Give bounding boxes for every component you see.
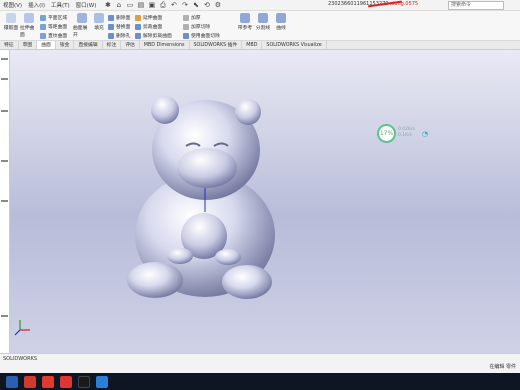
tree-item[interactable] [1,58,8,60]
fill-surface-icon [94,13,104,23]
app-yd-icon[interactable] [42,375,54,388]
bear-left-foot [127,262,183,298]
thicken-icon [183,14,189,21]
extrude-surface-icon [24,13,34,23]
rebuild-icon[interactable]: ⟲ [202,1,211,9]
menu-view[interactable]: 视图(V) [0,1,25,9]
offset-surface-button[interactable]: 等距曲面 [40,23,67,30]
home-icon[interactable]: ⌂ [114,1,123,9]
menu-window[interactable]: 窗口(W) [73,1,100,9]
thicken-button[interactable]: 加厚 [183,14,201,21]
bear-model[interactable] [0,50,520,353]
quick-access-toolbar: ✱ ⌂ ▭ ▤ ▣ ⎙ ↶ ↷ ⬉ ⟲ ⚙ [103,1,222,9]
tab-mbd[interactable]: MBD [242,41,263,49]
surface-flatten-icon [77,13,87,23]
knit-surface-icon [6,13,16,23]
tab-evaluate[interactable]: 评估 [121,41,140,49]
tree-item[interactable] [1,160,8,162]
camera-icon[interactable] [78,375,90,388]
delete-face-icon [108,14,114,21]
planar-surface-icon [40,14,46,21]
options-gear-icon[interactable]: ⚙ [213,1,222,9]
surface-flatten-button[interactable]: 曲面展开 [73,13,91,38]
search-commands-input[interactable]: 搜索命令 [448,1,504,10]
app-red-icon[interactable] [24,375,36,388]
save-icon[interactable]: ▣ [147,1,156,9]
tab-addins[interactable]: SOLIDWORKS 插件 [190,41,243,49]
delete-hole-icon [108,32,114,39]
cut-with-surface-icon [183,32,189,39]
ruled-surface-icon [40,32,46,39]
tab-direct-edit[interactable]: 直接编辑 [74,41,103,49]
ruled-surface-button[interactable]: 直纹曲面 [40,32,67,39]
app-ps-icon[interactable] [60,375,72,388]
split-line-icon [258,13,268,23]
trim-surface-button[interactable]: 剪裁曲面 [135,23,162,30]
tree-item[interactable] [1,110,8,112]
knit-surface-button[interactable]: 镶嵌面 [2,13,20,31]
reference-geometry-button[interactable]: 带参考 [236,13,254,31]
select-arrow-icon[interactable]: ⬉ [191,1,200,9]
untrim-surface-icon [135,32,141,39]
command-tabs: 特征 草图 曲面 钣金 直接编辑 标注 评估 MBD Dimensions SO… [0,41,520,50]
delete-hole-button[interactable]: 删除孔 [108,32,130,39]
tab-mbd-dimensions[interactable]: MBD Dimensions [140,41,190,49]
tree-item[interactable] [1,315,8,317]
extend-surface-button[interactable]: 延伸曲面 [135,14,162,21]
fill-surface-button[interactable]: 填充 [90,13,108,31]
windows-taskbar [0,373,520,390]
split-line-button[interactable]: 分割线 [254,13,272,31]
bear-left-paw [167,248,193,264]
cut-with-surface-button[interactable]: 使用曲面切除 [183,32,220,39]
redo-icon[interactable]: ↷ [180,1,189,9]
new-file-icon[interactable]: ▭ [125,1,134,9]
curves-button[interactable]: 曲线 [272,13,290,31]
menu-tools[interactable]: 工具(T) [48,1,73,9]
menu-bar: 视图(V) 插入(I) 工具(T) 窗口(W) ✱ ⌂ ▭ ▤ ▣ ⎙ ↶ ↷ … [0,0,520,11]
tab-surfaces[interactable]: 曲面 [37,41,56,49]
status-mode-text: 在编辑 零件 [489,364,516,370]
tree-item[interactable] [1,78,8,80]
delete-face-button[interactable]: 删除面 [108,14,130,21]
performance-ring-widget[interactable]: 17% [377,124,396,143]
bear-snout [177,148,237,188]
tab-sheet-metal[interactable]: 钣金 [56,41,75,49]
pin-icon[interactable]: ✱ [103,1,112,9]
bear-left-ear [151,96,179,124]
tab-markup[interactable]: 标注 [103,41,122,49]
wifi-icon: ◔ [422,130,429,138]
feature-tree-panel[interactable] [0,50,10,353]
orientation-triad [14,320,30,336]
offset-surface-icon [40,23,46,30]
replace-face-button[interactable]: 替换面 [108,23,130,30]
reference-geometry-icon [240,13,250,23]
thicken-cut-button[interactable]: 加厚切除 [183,23,210,30]
menu-insert[interactable]: 插入(I) [25,1,48,9]
status-bar: SOLIDWORKS 在编辑 零件 [0,353,520,373]
open-folder-icon[interactable]: ▤ [136,1,145,9]
command-manager-ribbon: 镶嵌面 拉伸曲面 平面区域 等距曲面 直纹曲面 曲面展开 填充 删除面 替换面 … [0,11,520,41]
thicken-cut-icon [183,23,189,30]
bear-right-ear [235,99,261,125]
graphics-viewport[interactable] [0,50,520,353]
curves-icon [276,13,286,23]
replace-face-icon [108,23,114,30]
tab-features[interactable]: 特征 [0,41,19,49]
trim-surface-icon [135,23,141,30]
status-app-name: SOLIDWORKS [3,356,38,362]
print-icon[interactable]: ⎙ [158,1,167,9]
bear-right-paw [215,249,241,265]
extrude-surface-button[interactable]: 拉伸曲面 [20,13,38,38]
extend-surface-icon [135,14,141,21]
planar-surface-button[interactable]: 平面区域 [40,14,67,21]
start-icon[interactable] [6,375,18,388]
tab-sketch[interactable]: 草图 [19,41,38,49]
bear-right-foot [222,265,272,299]
network-speed-readout: 0.02K/s 0.1K/s [398,127,415,138]
undo-icon[interactable]: ↶ [169,1,178,9]
untrim-surface-button[interactable]: 解除剪裁曲面 [135,32,172,39]
tree-item[interactable] [1,200,8,202]
tab-visualize[interactable]: SOLIDWORKS Visualize [262,41,327,49]
browser-icon[interactable] [96,375,108,388]
